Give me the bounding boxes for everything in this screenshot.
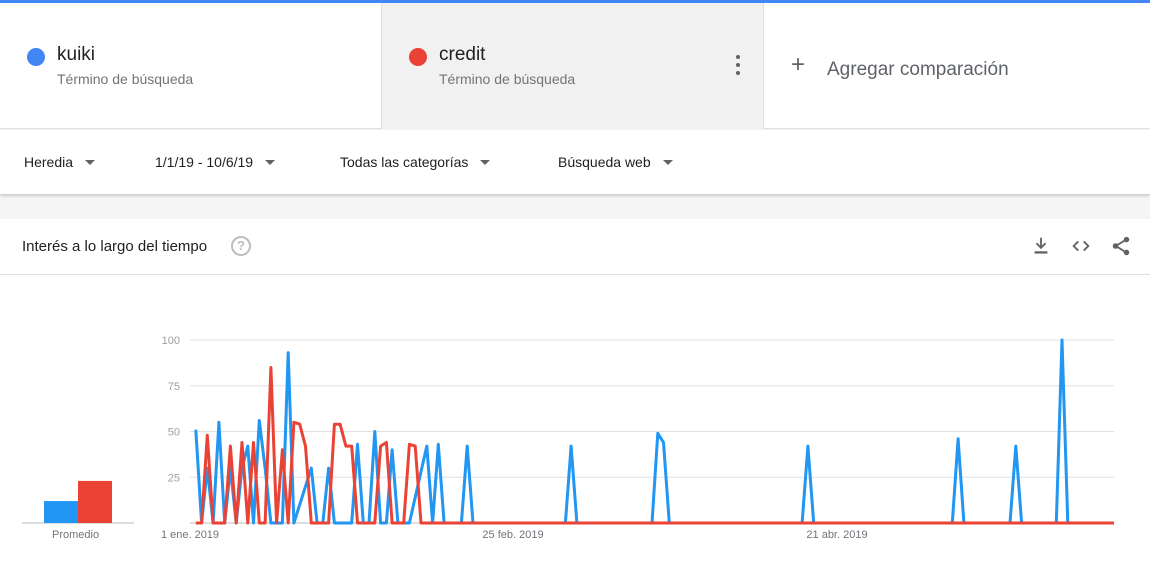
series-color-dot (409, 48, 427, 66)
x-tick-label: 1 ene. 2019 (161, 529, 219, 541)
region-value: Heredia (24, 154, 74, 170)
search-type-dropdown[interactable]: Búsqueda web (558, 154, 673, 170)
y-tick-label: 50 (168, 427, 180, 439)
search-type-value: Búsqueda web (558, 154, 651, 170)
term-name: kuiki (57, 44, 96, 65)
caret-down-icon (480, 159, 491, 165)
term-name: credit (439, 44, 486, 65)
date-range-value: 1/1/19 - 10/6/19 (155, 154, 254, 170)
interest-over-time-card: Interés a lo largo del tiempo ? 100 75 50 2… (0, 219, 1150, 578)
term-card-kuiki[interactable]: kuiki Término de búsqueda (0, 3, 382, 129)
x-tick-label: 21 abr. 2019 (806, 529, 867, 541)
x-tick-label: 25 feb. 2019 (482, 529, 543, 541)
y-tick-label: 25 (168, 472, 180, 484)
y-tick-label: 75 (168, 381, 180, 393)
interest-chart: 100 75 50 25 1 ene. 2019 25 feb. 2019 21 abr.… (22, 335, 1114, 541)
region-dropdown[interactable]: Heredia (24, 154, 96, 170)
average-bar-credit (78, 480, 112, 523)
date-range-dropdown[interactable]: 1/1/19 - 10/6/19 (155, 154, 276, 170)
more-options-icon[interactable] (735, 55, 741, 75)
average-bar-kuiki (44, 501, 78, 523)
term-card-credit[interactable]: credit Término de búsqueda (382, 3, 764, 129)
series-color-dot (27, 48, 45, 66)
term-comparison-bar: kuiki Término de búsqueda credit Término… (0, 3, 1150, 129)
filter-bar: Heredia 1/1/19 - 10/6/19 Todas las categ… (0, 130, 1150, 194)
caret-down-icon (662, 159, 673, 165)
term-type: Término de búsqueda (57, 71, 194, 87)
category-value: Todas las categorías (340, 154, 469, 170)
y-tick-label: 100 (162, 335, 180, 347)
average-label: Promedio (52, 529, 100, 541)
add-comparison-button[interactable]: + Agregar comparación (764, 3, 1150, 129)
plus-icon: + (791, 51, 806, 78)
term-type: Término de búsqueda (439, 71, 576, 87)
category-dropdown[interactable]: Todas las categorías (340, 154, 491, 170)
caret-down-icon (85, 159, 96, 165)
add-comparison-label: Agregar comparación (827, 59, 1009, 80)
caret-down-icon (265, 159, 276, 165)
